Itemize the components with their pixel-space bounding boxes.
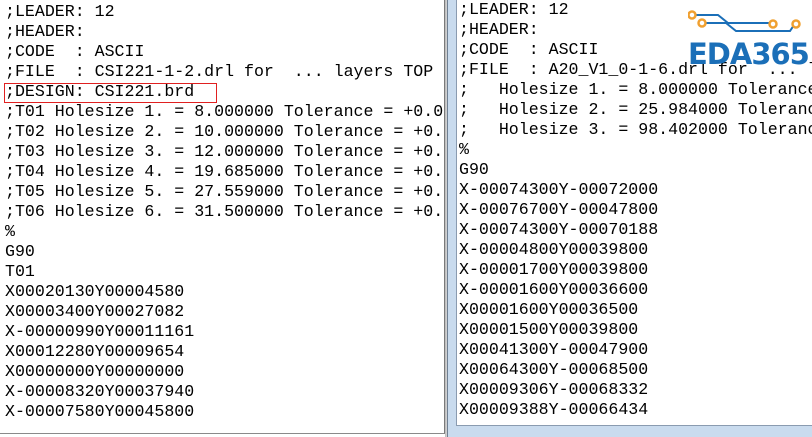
text-line: X00012280Y00009654 — [5, 342, 185, 361]
text-line: X-00007580Y00045800 — [5, 402, 195, 421]
text-line: X00009306Y-00068332 — [459, 380, 649, 399]
text-line: ;CODE : ASCII — [5, 42, 145, 61]
text-line: X00001500Y00039800 — [459, 320, 639, 339]
text-line: X-00001600Y00036600 — [459, 280, 649, 299]
eda365-logo: EDA365 — [687, 10, 810, 71]
text-line: X-00001700Y00039800 — [459, 260, 649, 279]
logo-text: EDA365 — [688, 37, 810, 71]
text-line: ;T06 Holesize 6. = 31.500000 Tolerance =… — [5, 202, 444, 221]
text-line: X-00074300Y-00070188 — [459, 220, 659, 239]
design-line-highlight-box — [4, 83, 217, 103]
text-line: X-00004800Y00039800 — [459, 240, 649, 259]
text-line: G90 — [459, 160, 489, 179]
text-line: % — [459, 140, 469, 159]
left-editor-window[interactable]: ;LEADER: 12 ;HEADER: ;CODE : ASCII ;FILE : … — [0, 0, 445, 434]
text-line: ;T03 Holesize 3. = 12.000000 Tolerance =… — [5, 142, 444, 161]
text-line: ;T01 Holesize 1. = 8.000000 Tolerance = … — [5, 102, 444, 121]
text-line: T01 — [5, 262, 35, 281]
text-line: X00001600Y00036500 — [459, 300, 639, 319]
text-line: X00041300Y-00047900 — [459, 340, 649, 359]
text-line: ; Holesize 3. = 98.402000 Toleranc — [459, 120, 812, 139]
text-line: X00020130Y00004580 — [5, 282, 185, 301]
circuit-trace-icon — [687, 10, 801, 32]
text-line: X-00076700Y-00047800 — [459, 200, 659, 219]
text-line: ;T04 Holesize 4. = 19.685000 Tolerance =… — [5, 162, 444, 181]
text-line: ;HEADER: — [5, 22, 85, 41]
text-line: X00064300Y-00068500 — [459, 360, 649, 379]
text-line: X-00074300Y-00072000 — [459, 180, 659, 199]
text-line: ;T05 Holesize 5. = 27.559000 Tolerance =… — [5, 182, 444, 201]
text-line: G90 — [5, 242, 35, 261]
left-editor-text[interactable]: ;LEADER: 12 ;HEADER: ;CODE : ASCII ;FILE : … — [5, 2, 443, 422]
text-line: X00000000Y00000000 — [5, 362, 185, 381]
text-line: % — [5, 222, 15, 241]
text-line: ;FILE : CSI221-1-2.drl for ... layers TO… — [5, 62, 434, 81]
text-line: X00003400Y00027082 — [5, 302, 185, 321]
text-line: X-00008320Y00037940 — [5, 382, 195, 401]
text-line: X-00000990Y00011161 — [5, 322, 195, 341]
text-line: ; Holesize 2. = 25.984000 Toleranc — [459, 100, 812, 119]
text-line: X00009388Y-00066434 — [459, 400, 649, 419]
text-line: ;T02 Holesize 2. = 10.000000 Tolerance =… — [5, 122, 444, 141]
text-line: ;LEADER: 12 — [5, 2, 115, 21]
text-line: ; Holesize 1. = 8.000000 Tolerance — [459, 80, 812, 99]
